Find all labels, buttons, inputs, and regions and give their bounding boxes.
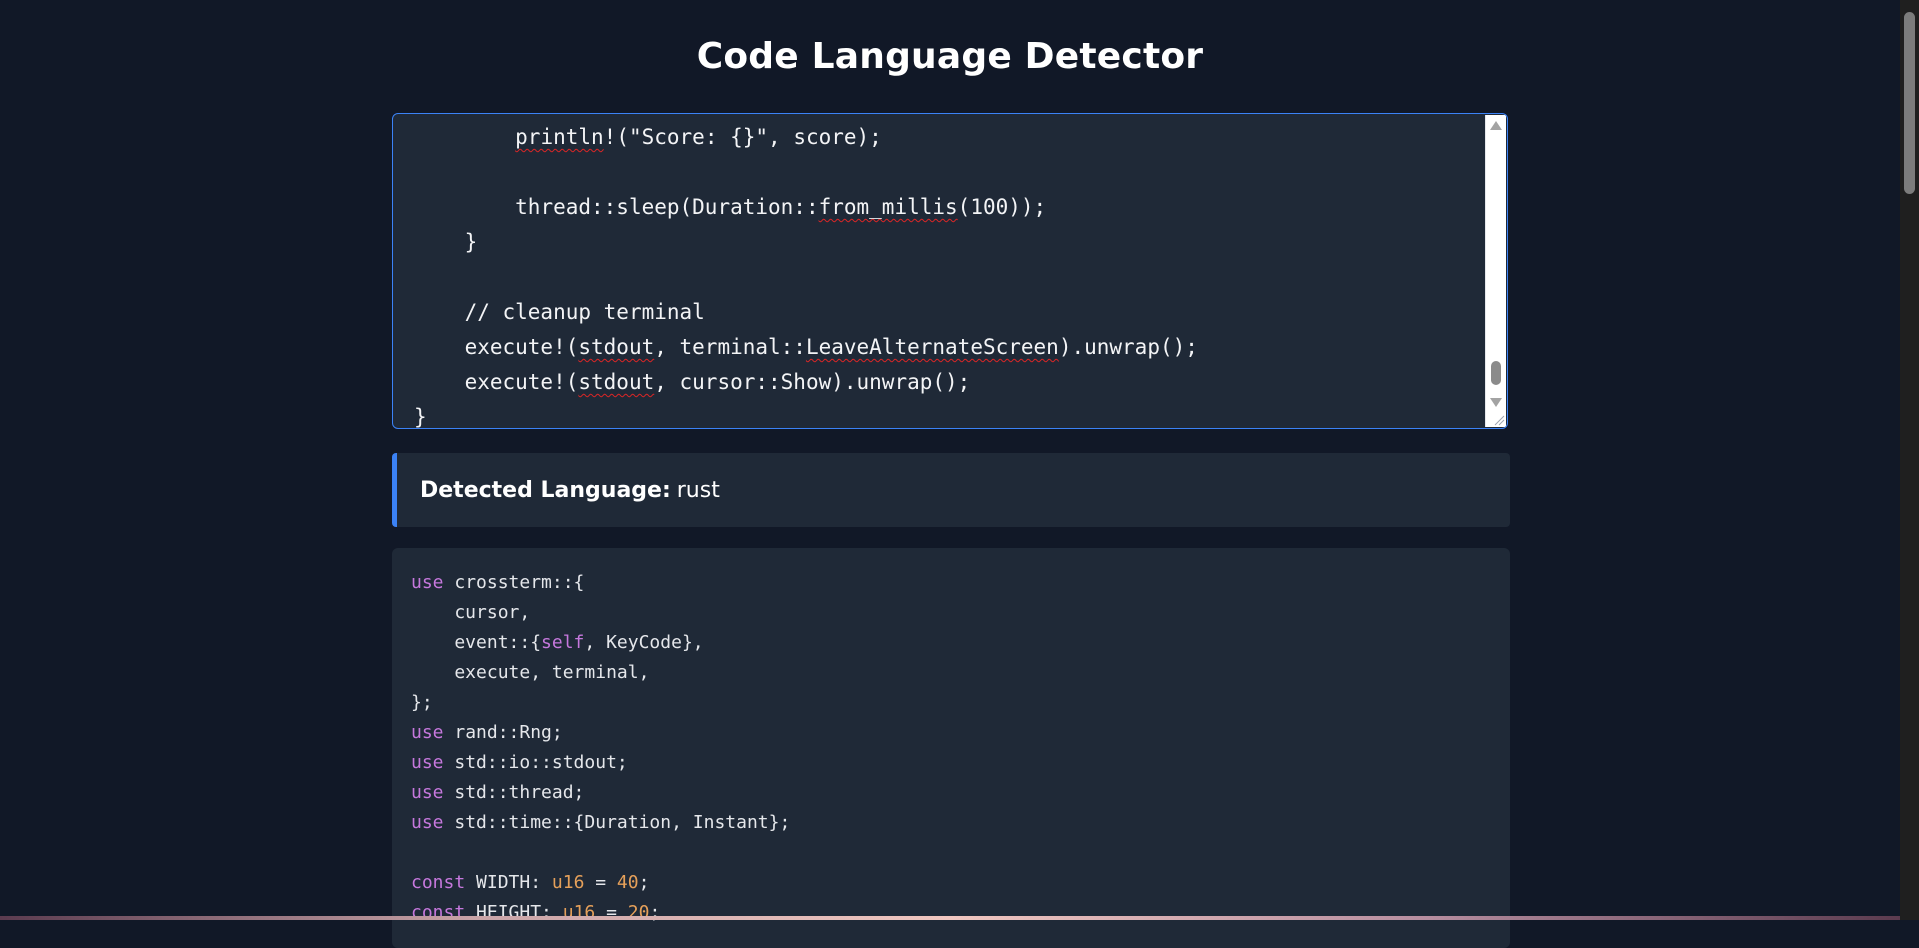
page-title: Code Language Detector — [696, 36, 1204, 77]
code-line: use std::time::{Duration, Instant}; — [411, 808, 790, 838]
code-line: const WIDTH: u16 = 40; — [411, 868, 790, 898]
editor-text: , terminal:: — [654, 335, 806, 359]
code-text: std::time::{Duration, Instant}; — [443, 812, 791, 833]
code-literal: u16 — [551, 872, 585, 893]
editor-line-indent — [414, 230, 465, 254]
editor-line: } — [414, 400, 1483, 429]
highlighted-code-block: use crossterm::{ cursor, event::{self, K… — [392, 548, 1510, 948]
code-text: cursor, — [411, 602, 531, 623]
editor-line: execute!(stdout, terminal::LeaveAlternat… — [414, 330, 1483, 365]
highlighted-code-content: use crossterm::{ cursor, event::{self, K… — [411, 568, 790, 928]
code-literal: 40 — [616, 872, 639, 893]
code-line: use rand::Rng; — [411, 718, 790, 748]
code-line: use std::thread; — [411, 778, 790, 808]
code-text: WIDTH: — [465, 872, 552, 893]
code-keyword: use — [411, 572, 444, 593]
code-text: crossterm::{ — [443, 572, 585, 593]
code-line: execute, terminal, — [411, 658, 790, 688]
textarea-scrollbar[interactable] — [1485, 115, 1506, 427]
code-line: use crossterm::{ — [411, 568, 790, 598]
editor-text: !("Score: {}", score); — [603, 125, 882, 149]
code-line: use std::io::stdout; — [411, 748, 790, 778]
detected-language-value: rust — [676, 477, 720, 503]
spellcheck-flagged-word: stdout — [578, 370, 655, 394]
editor-text: ).unwrap(); — [1058, 335, 1198, 359]
editor-text: } — [464, 230, 478, 254]
editor-line-indent — [414, 335, 465, 359]
code-text: , KeyCode}, — [584, 632, 704, 653]
code-keyword: const — [411, 872, 466, 893]
detected-language-label: Detected Language: — [420, 477, 671, 503]
editor-text: thread::sleep(Duration:: — [515, 195, 819, 219]
code-text: = — [584, 872, 617, 893]
code-text: execute, terminal, — [411, 662, 650, 683]
code-keyword: use — [411, 812, 444, 833]
code-text: event::{ — [411, 632, 542, 653]
editor-text: } — [414, 405, 427, 429]
editor-line: } — [414, 225, 1483, 260]
page-scrollbar[interactable] — [1900, 0, 1919, 920]
editor-text: , cursor::Show).unwrap(); — [654, 370, 971, 394]
code-line: event::{self, KeyCode}, — [411, 628, 790, 658]
editor-text: execute!( — [464, 370, 579, 394]
code-text: ; — [638, 872, 650, 893]
code-keyword: self — [541, 632, 585, 653]
editor-text: // cleanup terminal — [464, 300, 705, 324]
editor-line-indent — [414, 195, 515, 219]
scroll-up-arrow-icon[interactable] — [1490, 121, 1502, 130]
resize-handle-icon[interactable] — [1493, 414, 1505, 426]
editor-line-indent — [414, 300, 465, 324]
editor-line: execute!(stdout, cursor::Show).unwrap(); — [414, 365, 1483, 400]
code-text: std::io::stdout; — [443, 752, 628, 773]
spellcheck-flagged-word: LeaveAlternateScreen — [805, 335, 1059, 359]
spellcheck-flagged-word: from_millis — [818, 195, 958, 219]
editor-line-indent — [414, 370, 465, 394]
detected-language-panel: Detected Language: rust — [392, 453, 1510, 527]
code-keyword: use — [411, 722, 444, 743]
code-keyword: use — [411, 782, 444, 803]
code-line: const HEIGHT: u16 = 20; — [411, 898, 790, 928]
code-line: cursor, — [411, 598, 790, 628]
code-text: std::thread; — [443, 782, 585, 803]
code-line: }; — [411, 688, 790, 718]
code-input-textarea[interactable]: println!("Score: {}", score); thread::sl… — [392, 113, 1508, 429]
textarea-scroll-thumb[interactable] — [1491, 361, 1501, 385]
scroll-down-arrow-icon[interactable] — [1490, 398, 1502, 407]
code-keyword: use — [411, 752, 444, 773]
editor-text: execute!( — [464, 335, 579, 359]
spellcheck-flagged-word: stdout — [578, 335, 655, 359]
code-text: rand::Rng; — [443, 722, 563, 743]
editor-line: // cleanup terminal — [414, 295, 1483, 330]
page-scroll-thumb[interactable] — [1904, 12, 1915, 194]
bottom-edge-glow — [0, 916, 1900, 920]
code-input-content[interactable]: println!("Score: {}", score); thread::sl… — [414, 120, 1483, 429]
editor-line-indent — [414, 125, 515, 149]
code-text: }; — [411, 692, 433, 713]
editor-text: (100)); — [957, 195, 1047, 219]
spellcheck-flagged-word: println — [515, 125, 604, 149]
editor-line: println!("Score: {}", score); — [414, 120, 1483, 155]
editor-line: thread::sleep(Duration::from_millis(100)… — [414, 190, 1483, 225]
